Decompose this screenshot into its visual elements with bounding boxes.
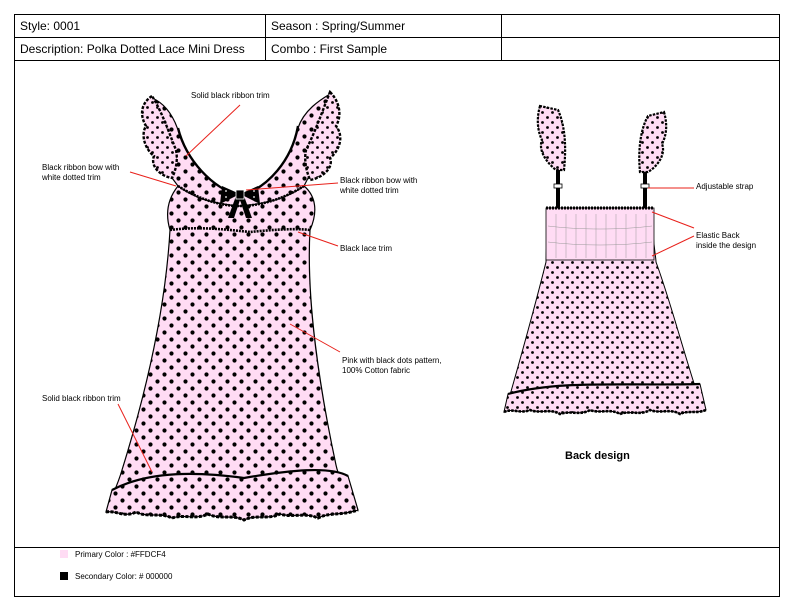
primary-color-row: Primary Color : #FFDCF4 (60, 550, 166, 560)
back-dress (503, 104, 707, 416)
leader-elastic-2 (651, 235, 695, 257)
back-design-label: Back design (565, 450, 630, 462)
annotation-bow-left: Black ribbon bow with white dotted trim (42, 163, 120, 182)
primary-color-swatch (60, 550, 68, 558)
annotation-fabric: Pink with black dots pattern, 100% Cotto… (342, 356, 442, 375)
back-right-strap-slider (640, 183, 650, 189)
secondary-color-swatch (60, 572, 68, 580)
front-left-sleeve (140, 94, 178, 180)
annotation-lace-trim: Black lace trim (340, 244, 393, 253)
secondary-color-row: Secondary Color: # 000000 (60, 572, 172, 582)
leader-ribbon-trim-top (185, 104, 241, 157)
secondary-color-label: Secondary Color: # 000000 (75, 572, 173, 581)
annotation-ribbon-trim-top: Solid black ribbon trim (191, 91, 270, 100)
back-right-sleeve (638, 110, 668, 174)
back-elastic-panel (545, 207, 655, 261)
garment-sketch (105, 89, 707, 522)
back-left-strap-slider (553, 183, 563, 189)
annotation-ribbon-trim-bottom: Solid black ribbon trim (42, 394, 121, 403)
primary-color-label: Primary Color : #FFDCF4 (75, 550, 166, 559)
annotation-bow-right: Black ribbon bow with white dotted trim (340, 176, 418, 195)
leader-elastic-1 (651, 211, 695, 229)
annotation-elastic-back: Elastic Back inside the design (696, 231, 757, 250)
annotation-adjustable-strap: Adjustable strap (696, 182, 754, 191)
front-dress-body (109, 185, 353, 516)
back-left-sleeve (536, 104, 567, 172)
